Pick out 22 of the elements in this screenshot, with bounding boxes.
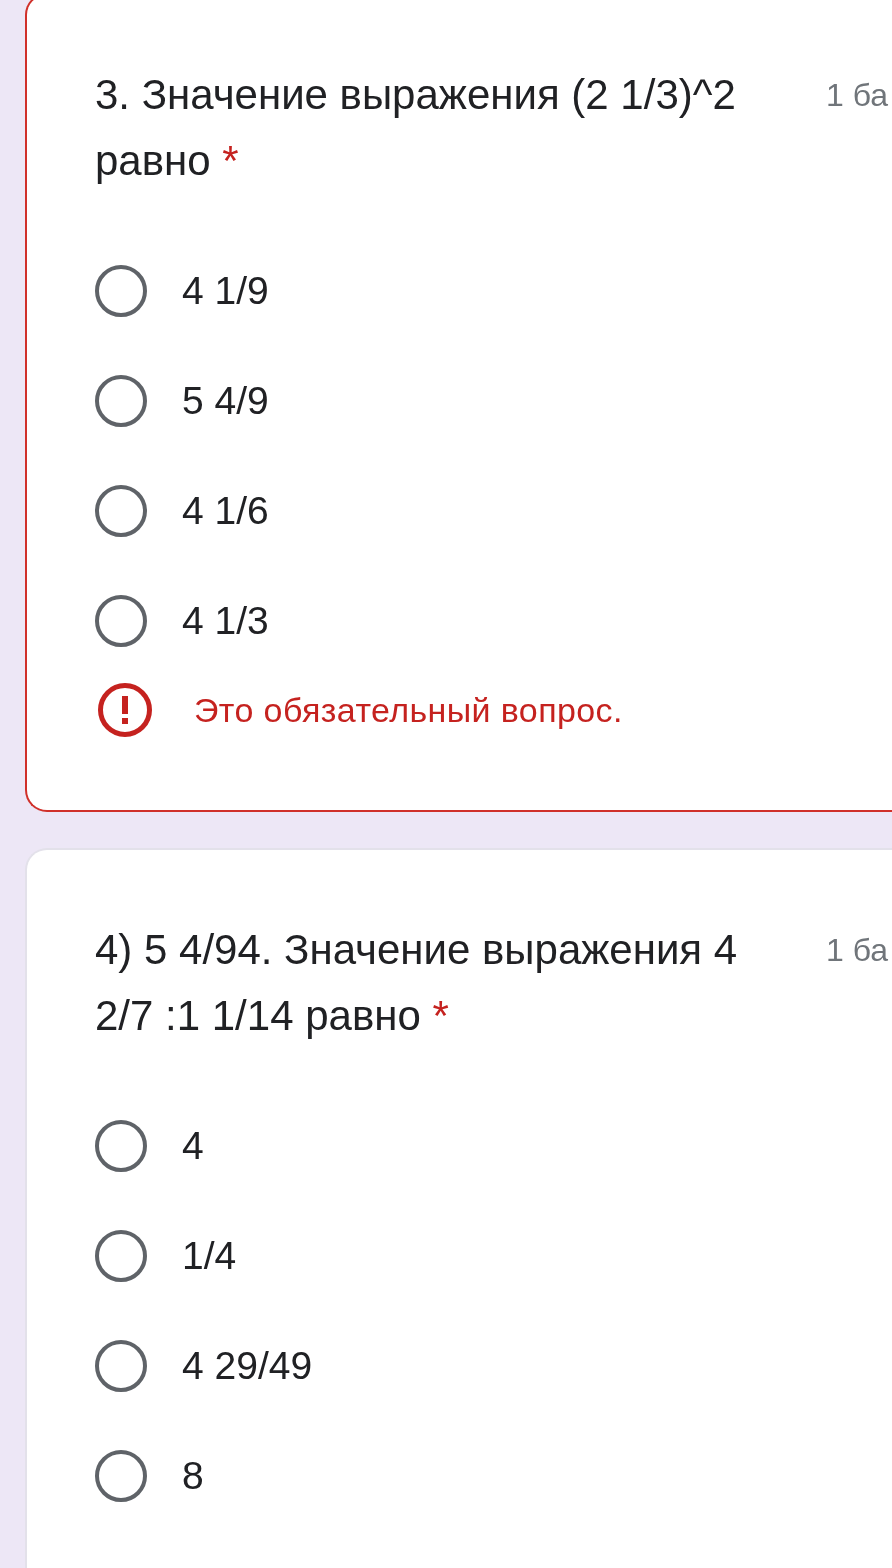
- option-label[interactable]: 5 4/9: [182, 377, 269, 425]
- radio-button[interactable]: [95, 265, 147, 317]
- option-label[interactable]: 4 29/49: [182, 1342, 313, 1390]
- radio-button[interactable]: [95, 595, 147, 647]
- question-title: 3. Значение выражения (2 1/3)^2 равно *: [95, 70, 737, 186]
- error-icon: [98, 683, 152, 737]
- radio-button[interactable]: [95, 1120, 147, 1172]
- option-label[interactable]: 4: [182, 1122, 204, 1170]
- error-message: Это обязательный вопрос.: [194, 690, 623, 731]
- option-label[interactable]: 1/4: [182, 1232, 237, 1280]
- radio-button[interactable]: [95, 1230, 147, 1282]
- radio-button[interactable]: [95, 1340, 147, 1392]
- radio-button[interactable]: [95, 485, 147, 537]
- radio-button[interactable]: [95, 1450, 147, 1502]
- option-label[interactable]: 8: [182, 1452, 204, 1500]
- points-label: 1 ба: [826, 931, 889, 970]
- points-label: 1 ба: [826, 76, 889, 115]
- option-label[interactable]: 4 1/3: [182, 597, 269, 645]
- option-label[interactable]: 4 1/6: [182, 487, 269, 535]
- question-title: 4) 5 4/94. Значение выражения 4 2/7 :1 1/14 равно *: [95, 925, 739, 1041]
- option-label[interactable]: 4 1/9: [182, 267, 269, 315]
- radio-button[interactable]: [95, 375, 147, 427]
